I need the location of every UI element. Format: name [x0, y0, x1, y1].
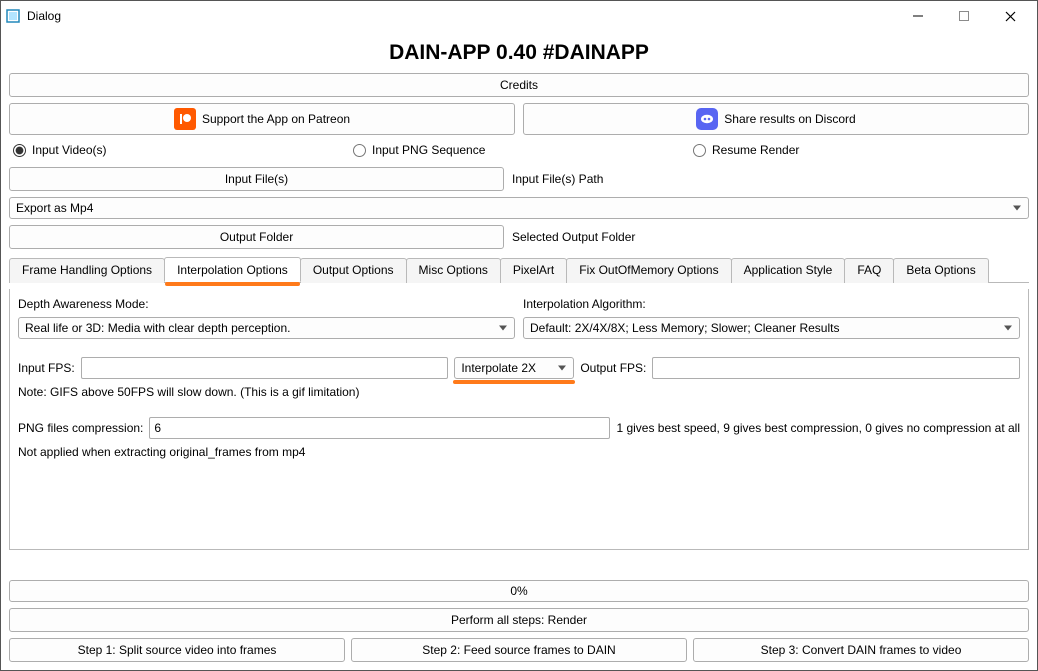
input-files-label: Input File(s)	[225, 172, 288, 186]
step3-button[interactable]: Step 3: Convert DAIN frames to video	[693, 638, 1029, 662]
interpolate-value: Interpolate 2X	[461, 361, 536, 375]
gif-note: Note: GIFS above 50FPS will slow down. (…	[18, 385, 1020, 399]
tab-faq[interactable]: FAQ	[844, 258, 894, 283]
step2-label: Step 2: Feed source frames to DAIN	[422, 643, 615, 657]
png-help-note: 1 gives best speed, 9 gives best compres…	[616, 421, 1020, 435]
discord-button[interactable]: Share results on Discord	[523, 103, 1029, 135]
radio-input-png[interactable]: Input PNG Sequence	[353, 143, 693, 157]
progress-text: 0%	[510, 584, 527, 598]
tab-frame-handling[interactable]: Frame Handling Options	[9, 258, 165, 283]
interp-algo-select[interactable]: Default: 2X/4X/8X; Less Memory; Slower; …	[523, 317, 1020, 339]
selected-output-label: Selected Output Folder	[512, 230, 635, 244]
tab-output[interactable]: Output Options	[300, 258, 407, 283]
output-fps-input[interactable]	[652, 357, 1020, 379]
tab-style[interactable]: Application Style	[731, 258, 846, 283]
interpolate-select[interactable]: Interpolate 2X	[454, 357, 574, 379]
close-button[interactable]	[987, 1, 1033, 31]
output-folder-button[interactable]: Output Folder	[9, 225, 504, 249]
depth-mode-select[interactable]: Real life or 3D: Media with clear depth …	[18, 317, 515, 339]
interp-algo-label: Interpolation Algorithm:	[523, 297, 1020, 311]
png-comp-label: PNG files compression:	[18, 421, 143, 435]
png-note: Not applied when extracting original_fra…	[18, 445, 1020, 459]
discord-icon	[696, 108, 718, 130]
output-folder-label: Output Folder	[220, 230, 293, 244]
png-comp-input[interactable]	[149, 417, 610, 439]
step1-label: Step 1: Split source video into frames	[78, 643, 277, 657]
radio-resume[interactable]: Resume Render	[693, 143, 1025, 157]
tab-panel: Depth Awareness Mode: Interpolation Algo…	[9, 289, 1029, 550]
input-files-button[interactable]: Input File(s)	[9, 167, 504, 191]
titlebar: Dialog	[1, 1, 1037, 31]
step3-label: Step 3: Convert DAIN frames to video	[761, 643, 962, 657]
tab-interpolation[interactable]: Interpolation Options	[164, 257, 301, 282]
annotation-underline	[165, 282, 300, 286]
patreon-label: Support the App on Patreon	[202, 112, 350, 126]
maximize-button[interactable]	[941, 1, 987, 31]
app-icon	[5, 8, 21, 24]
export-select-value: Export as Mp4	[16, 201, 93, 215]
tabs: Frame Handling Options Interpolation Opt…	[9, 257, 1029, 283]
patreon-button[interactable]: Support the App on Patreon	[9, 103, 515, 135]
credits-button[interactable]: Credits	[9, 73, 1029, 97]
step1-button[interactable]: Step 1: Split source video into frames	[9, 638, 345, 662]
export-select[interactable]: Export as Mp4	[9, 197, 1029, 219]
output-fps-label: Output FPS:	[580, 361, 646, 375]
discord-label: Share results on Discord	[724, 112, 855, 126]
depth-mode-label: Depth Awareness Mode:	[18, 297, 515, 311]
radio-input-video-input[interactable]	[13, 144, 26, 157]
radio-input-video-label: Input Video(s)	[32, 143, 107, 157]
app-title: DAIN-APP 0.40 #DAINAPP	[9, 41, 1029, 65]
depth-mode-value: Real life or 3D: Media with clear depth …	[25, 321, 290, 335]
window-title: Dialog	[27, 9, 61, 23]
radio-resume-label: Resume Render	[712, 143, 799, 157]
credits-label: Credits	[500, 78, 538, 92]
perform-all-button[interactable]: Perform all steps: Render	[9, 608, 1029, 632]
progress-bar: 0%	[9, 580, 1029, 602]
interp-algo-value: Default: 2X/4X/8X; Less Memory; Slower; …	[530, 321, 839, 335]
step2-button[interactable]: Step 2: Feed source frames to DAIN	[351, 638, 687, 662]
input-fps-input[interactable]	[81, 357, 449, 379]
tab-beta[interactable]: Beta Options	[893, 258, 988, 283]
minimize-button[interactable]	[895, 1, 941, 31]
input-files-path-label: Input File(s) Path	[512, 172, 603, 186]
patreon-icon	[174, 108, 196, 130]
radio-resume-input[interactable]	[693, 144, 706, 157]
tab-pixelart[interactable]: PixelArt	[500, 258, 567, 283]
tab-misc[interactable]: Misc Options	[406, 258, 501, 283]
tab-oom[interactable]: Fix OutOfMemory Options	[566, 258, 731, 283]
radio-input-png-label: Input PNG Sequence	[372, 143, 485, 157]
perform-all-label: Perform all steps: Render	[451, 613, 587, 627]
input-fps-label: Input FPS:	[18, 361, 75, 375]
radio-input-png-input[interactable]	[353, 144, 366, 157]
annotation-underline-2	[453, 380, 575, 384]
radio-input-video[interactable]: Input Video(s)	[13, 143, 353, 157]
